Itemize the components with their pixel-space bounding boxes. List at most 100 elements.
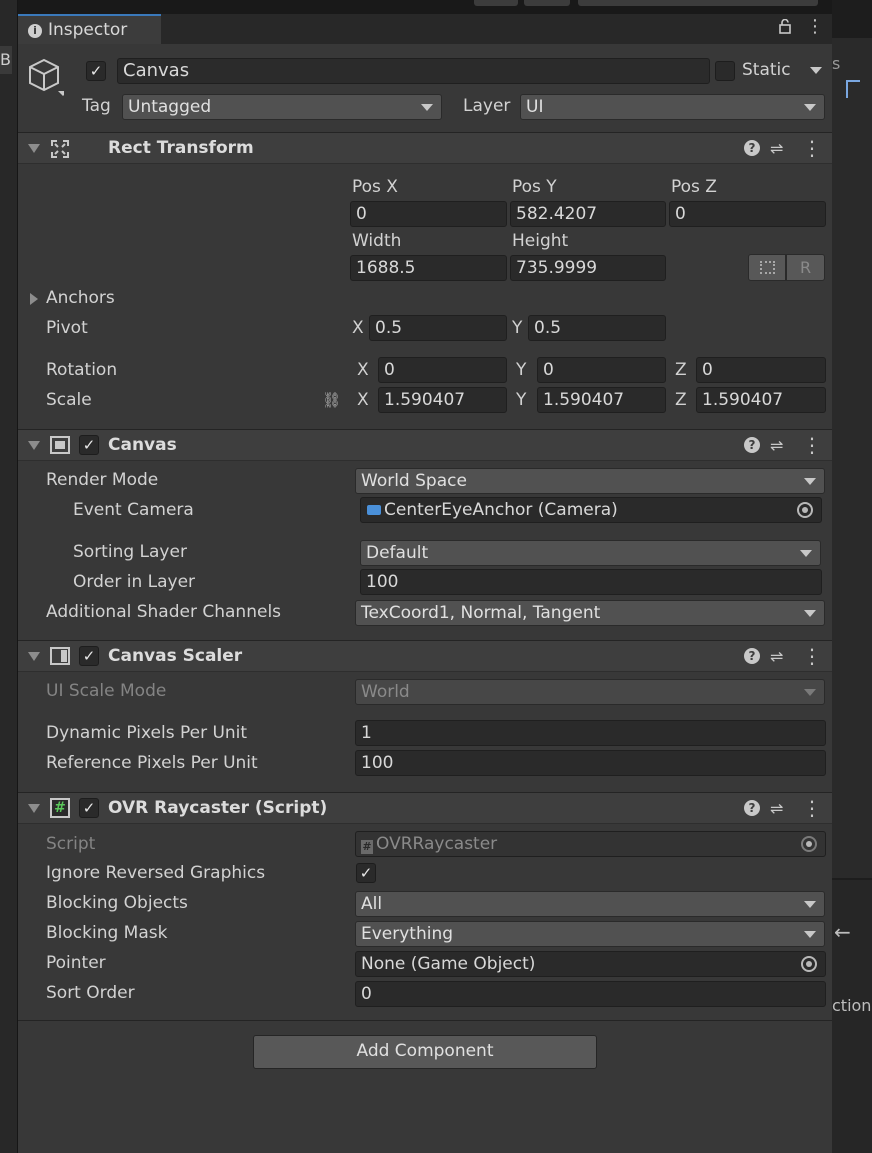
script-field: # OVRRaycaster	[355, 831, 826, 857]
layer-value: UI	[526, 97, 544, 117]
event-camera-field[interactable]: CenterEyeAnchor (Camera)	[360, 497, 822, 523]
chevron-down-icon	[804, 104, 816, 111]
rect-transform-header[interactable]: Rect Transform ? ⇌ ⋮	[18, 132, 832, 164]
ignore-reversed-checkbox[interactable]: ✓	[356, 863, 376, 883]
pointer-label: Pointer	[46, 953, 106, 973]
component-menu-icon[interactable]: ⋮	[802, 435, 822, 455]
preset-icon[interactable]: ⇌	[770, 139, 783, 158]
blueprint-mode-button[interactable]	[748, 254, 786, 281]
blocking-mask-dropdown[interactable]: Everything	[355, 921, 825, 947]
dynamic-ppu-field[interactable]: 1	[355, 720, 826, 746]
component-header-icons: ? ⇌ ⋮	[744, 646, 824, 667]
scale-z-field[interactable]: 1.590407	[696, 387, 826, 413]
pos-x-field[interactable]: 0	[350, 201, 507, 227]
rotation-y-field[interactable]: 0	[537, 357, 666, 383]
ui-scale-mode-value: World	[361, 682, 410, 702]
preset-icon[interactable]: ⇌	[770, 647, 783, 666]
component-menu-icon[interactable]: ⋮	[802, 646, 822, 666]
add-component-button[interactable]: Add Component	[253, 1035, 597, 1069]
ui-scale-mode-label: UI Scale Mode	[46, 681, 167, 701]
object-picker-icon[interactable]	[801, 956, 817, 972]
canvas-header[interactable]: ✓ Canvas ? ⇌ ⋮	[18, 429, 832, 461]
ovr-raycaster-header[interactable]: # ✓ OVR Raycaster (Script) ? ⇌ ⋮	[18, 792, 832, 824]
render-mode-dropdown[interactable]: World Space	[355, 468, 825, 494]
event-camera-label: Event Camera	[73, 500, 194, 520]
sorting-layer-dropdown[interactable]: Default	[360, 540, 821, 566]
event-camera-value: CenterEyeAnchor (Camera)	[384, 500, 618, 520]
tag-dropdown[interactable]: Untagged	[122, 94, 442, 120]
component-header-icons: ? ⇌ ⋮	[744, 798, 824, 819]
shader-channels-value: TexCoord1, Normal, Tangent	[361, 603, 601, 623]
anchors-label[interactable]: Anchors	[46, 288, 115, 308]
tab-menu-icon[interactable]: ⋮	[806, 18, 824, 36]
layer-dropdown[interactable]: UI	[520, 94, 825, 120]
ovr-raycaster-title: OVR Raycaster (Script)	[108, 798, 328, 818]
scale-z-label: Z	[675, 390, 687, 410]
pivot-x-field[interactable]: 0.5	[369, 315, 507, 341]
blocking-objects-dropdown[interactable]: All	[355, 891, 825, 917]
script-hash-icon: #	[50, 798, 70, 818]
width-label: Width	[352, 231, 402, 251]
object-name-field[interactable]: Canvas	[117, 58, 710, 84]
order-in-layer-field[interactable]: 100	[360, 569, 822, 595]
rotation-z-field[interactable]: 0	[696, 357, 826, 383]
component-menu-icon[interactable]: ⋮	[802, 138, 822, 158]
pivot-y-field[interactable]: 0.5	[528, 315, 666, 341]
component-header-icons: ? ⇌ ⋮	[744, 435, 824, 456]
ovr-raycaster-enabled-checkbox[interactable]: ✓	[79, 798, 99, 818]
rotation-x-field[interactable]: 0	[378, 357, 507, 383]
preset-icon[interactable]: ⇌	[770, 436, 783, 455]
reference-ppu-field[interactable]: 100	[355, 750, 826, 776]
component-menu-icon[interactable]: ⋮	[802, 798, 822, 818]
preset-icon[interactable]: ⇌	[770, 799, 783, 818]
static-checkbox[interactable]	[715, 61, 735, 81]
raw-edit-button[interactable]: R	[786, 254, 825, 281]
dynamic-ppu-label: Dynamic Pixels Per Unit	[46, 723, 248, 743]
pos-y-field[interactable]: 582.4207	[510, 201, 666, 227]
render-mode-value: World Space	[361, 471, 467, 491]
shader-channels-label: Additional Shader Channels	[46, 602, 282, 622]
canvas-scaler-header[interactable]: ✓ Canvas Scaler ? ⇌ ⋮	[18, 640, 832, 672]
object-picker-icon	[801, 836, 817, 852]
rotation-label: Rotation	[46, 360, 118, 380]
pivot-y-label: Y	[512, 318, 523, 338]
left-edge-text: B	[0, 46, 12, 74]
pos-z-field[interactable]: 0	[669, 201, 826, 227]
pointer-field[interactable]: None (Game Object)	[355, 951, 826, 977]
tag-label: Tag	[82, 96, 111, 116]
fold-arrow-icon[interactable]	[28, 804, 40, 813]
back-arrow-icon[interactable]: ←	[834, 920, 851, 944]
scale-y-field[interactable]: 1.590407	[537, 387, 666, 413]
flag-icon	[846, 80, 860, 98]
chevron-down-icon	[804, 478, 816, 485]
divider	[18, 1020, 832, 1021]
lock-icon[interactable]	[778, 18, 792, 34]
help-icon[interactable]: ?	[744, 648, 760, 664]
active-checkbox[interactable]: ✓	[86, 61, 106, 81]
chevron-down-icon	[800, 550, 812, 557]
canvas-scaler-icon	[50, 647, 70, 665]
help-icon[interactable]: ?	[744, 800, 760, 816]
width-field[interactable]: 1688.5	[350, 255, 507, 281]
gameobject-cube-icon[interactable]	[28, 58, 68, 96]
camera-icon	[367, 505, 381, 515]
sort-order-field[interactable]: 0	[355, 981, 826, 1007]
fold-arrow-icon[interactable]	[28, 144, 40, 153]
object-picker-icon[interactable]	[797, 502, 813, 518]
canvas-enabled-checkbox[interactable]: ✓	[79, 435, 99, 455]
scale-x-field[interactable]: 1.590407	[378, 387, 507, 413]
height-label: Height	[512, 231, 569, 251]
fold-arrow-icon[interactable]	[28, 652, 40, 661]
static-dropdown-icon[interactable]	[810, 67, 822, 74]
help-icon[interactable]: ?	[744, 437, 760, 453]
constrain-proportions-icon[interactable]: ⛓	[322, 391, 344, 409]
blocking-objects-value: All	[361, 894, 383, 914]
script-file-icon: #	[361, 840, 373, 854]
shader-channels-dropdown[interactable]: TexCoord1, Normal, Tangent	[355, 600, 825, 626]
fold-arrow-icon[interactable]	[28, 441, 40, 450]
height-field[interactable]: 735.9999	[510, 255, 666, 281]
canvas-scaler-enabled-checkbox[interactable]: ✓	[79, 646, 99, 666]
tab-inspector[interactable]: i Inspector	[18, 14, 161, 44]
help-icon[interactable]: ?	[744, 140, 760, 156]
anchors-foldout-icon[interactable]	[30, 293, 38, 305]
